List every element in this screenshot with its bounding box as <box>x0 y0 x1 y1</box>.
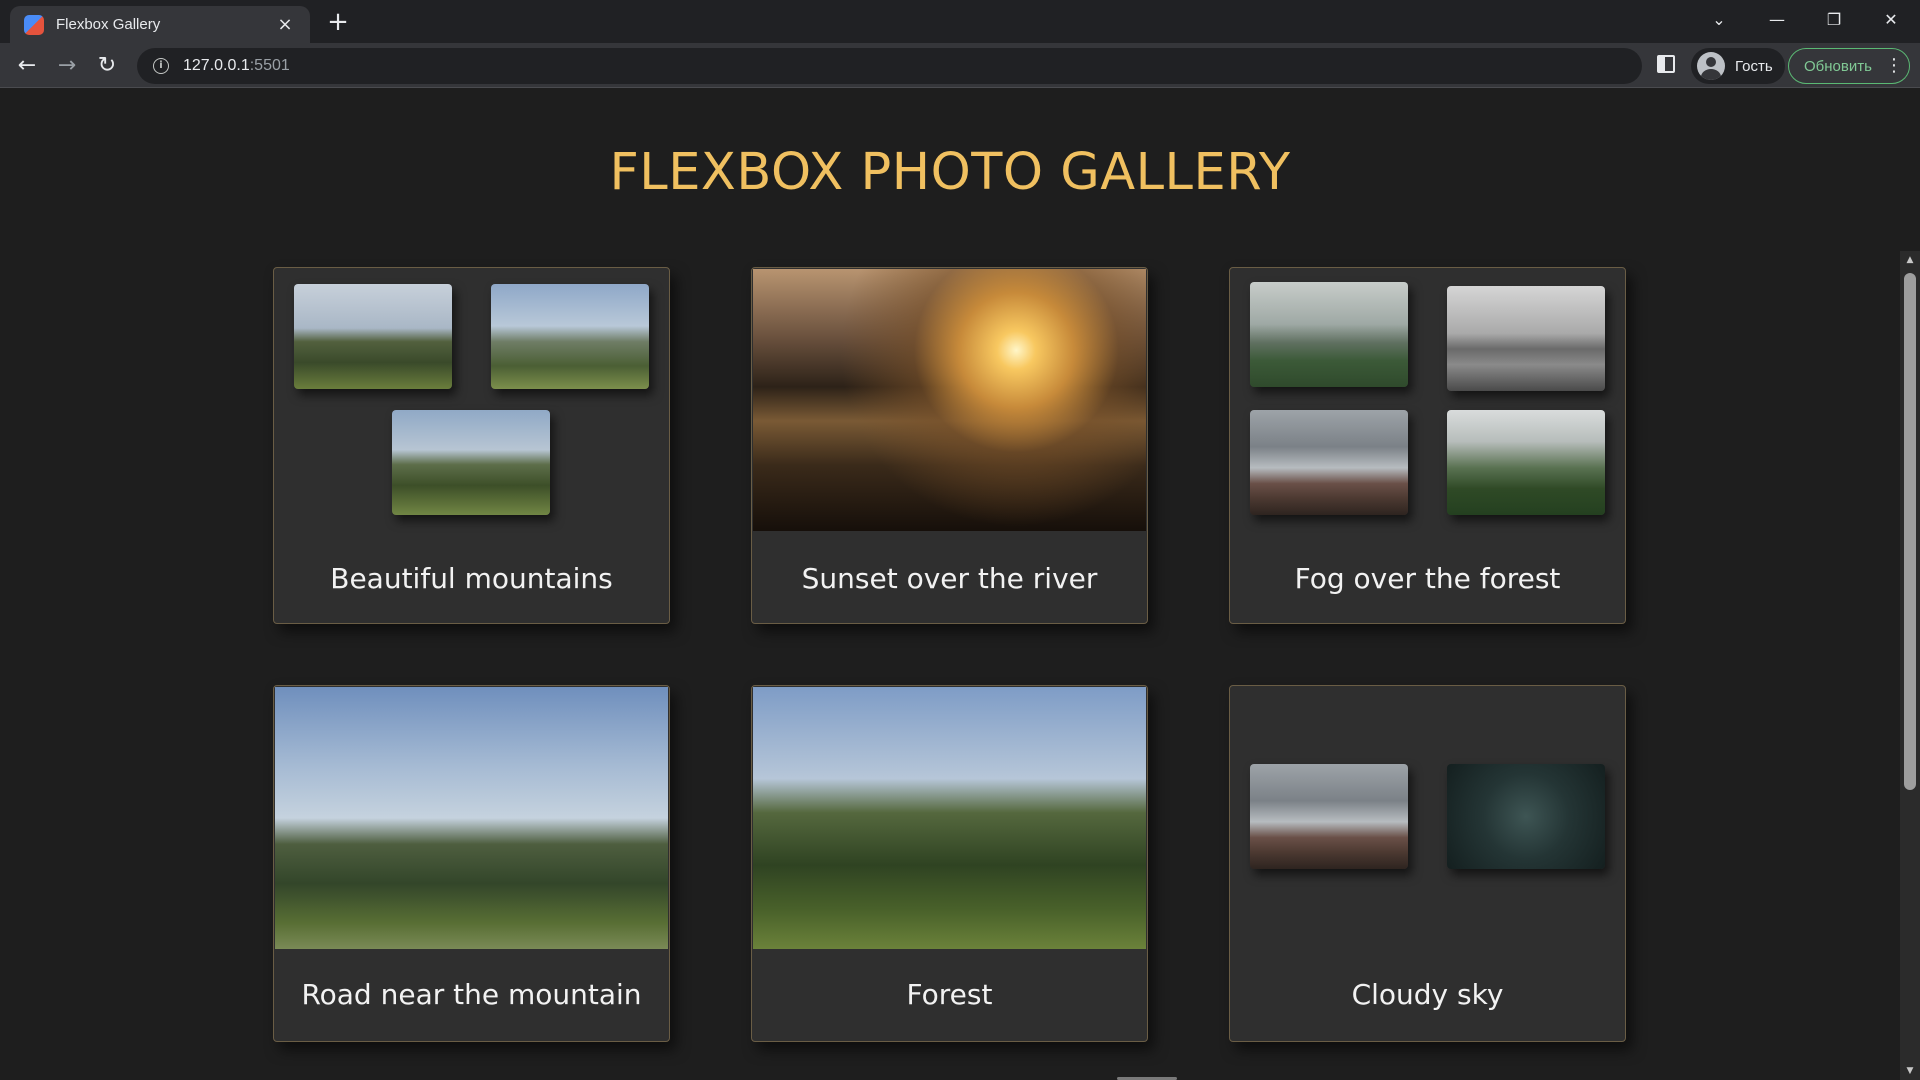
card-caption: Beautiful mountains <box>330 562 613 595</box>
profile-label: Гость <box>1735 57 1773 75</box>
photo-thumbnail[interactable] <box>1250 764 1408 869</box>
update-label: Обновить <box>1804 57 1872 75</box>
browser-toolbar: ← → ↻ i 127.0.0.1 :5501 Гость Обновить ⋮ <box>0 43 1920 88</box>
favicon-icon <box>24 14 44 35</box>
card-caption: Road near the mountain <box>301 978 642 1011</box>
browser-tab-bar: Flexbox Gallery × + ⌄ — ❐ ✕ <box>0 0 1920 43</box>
avatar <box>1697 52 1725 80</box>
close-window-button[interactable]: ✕ <box>1862 0 1920 38</box>
card-caption: Cloudy sky <box>1351 978 1504 1011</box>
gallery-card-road-near-the-mountain[interactable]: Road near the mountain <box>273 685 670 1042</box>
scroll-up-arrow-icon[interactable]: ▲ <box>1900 251 1920 269</box>
photo-thumbnail[interactable] <box>294 284 452 389</box>
browser-tab[interactable]: Flexbox Gallery × <box>10 6 310 43</box>
scroll-down-arrow-icon[interactable]: ▼ <box>1900 1062 1920 1080</box>
tab-title: Flexbox Gallery <box>56 16 161 33</box>
photo-thumbnail[interactable] <box>392 410 550 515</box>
photo-thumbnail[interactable] <box>1250 410 1408 515</box>
photo-thumbnail[interactable] <box>1250 282 1408 387</box>
photo[interactable] <box>753 269 1146 531</box>
scrollbar-thumb[interactable] <box>1904 273 1916 790</box>
restore-button[interactable]: ❐ <box>1805 0 1863 38</box>
photo[interactable] <box>275 687 668 949</box>
site-info-icon[interactable]: i <box>153 58 169 74</box>
gallery-card-fog-over-the-forest[interactable]: Fog over the forest <box>1229 267 1626 624</box>
card-caption: Sunset over the river <box>801 562 1098 595</box>
update-button[interactable]: Обновить ⋮ <box>1788 48 1910 84</box>
vertical-scrollbar[interactable]: ▲ ▼ <box>1900 251 1920 1080</box>
url-port: :5501 <box>249 57 290 74</box>
profile-button[interactable]: Гость <box>1691 48 1785 84</box>
page-title: FLEXBOX PHOTO GALLERY <box>609 143 1291 202</box>
reload-button[interactable]: ↻ <box>92 51 122 81</box>
tab-close-icon[interactable]: × <box>274 14 296 35</box>
address-bar[interactable]: i 127.0.0.1 :5501 <box>137 48 1642 84</box>
forward-button[interactable]: → <box>52 51 82 81</box>
menu-icon[interactable]: ⋮ <box>1885 57 1903 75</box>
photo[interactable] <box>753 687 1146 949</box>
photo-thumbnail[interactable] <box>1447 764 1605 869</box>
gallery-card-forest[interactable]: Forest <box>751 685 1148 1042</box>
gallery-card-sunset-over-the-river[interactable]: Sunset over the river <box>751 267 1148 624</box>
card-caption: Fog over the forest <box>1294 562 1561 595</box>
side-panel-icon[interactable] <box>1657 55 1675 73</box>
tab-search-icon[interactable]: ⌄ <box>1690 0 1748 38</box>
photo-thumbnail[interactable] <box>491 284 649 389</box>
minimize-button[interactable]: — <box>1748 0 1806 38</box>
gallery-card-cloudy-sky[interactable]: Cloudy sky <box>1229 685 1626 1042</box>
gallery-card-beautiful-mountains[interactable]: Beautiful mountains <box>273 267 670 624</box>
photo-thumbnail[interactable] <box>1447 286 1605 391</box>
url-host: 127.0.0.1 <box>183 57 250 74</box>
photo-thumbnail[interactable] <box>1447 410 1605 515</box>
back-button[interactable]: ← <box>12 51 42 81</box>
page-content: FLEXBOX PHOTO GALLERY Beautiful mountain… <box>0 89 1920 1080</box>
new-tab-button[interactable]: + <box>323 8 353 38</box>
card-caption: Forest <box>906 978 993 1011</box>
